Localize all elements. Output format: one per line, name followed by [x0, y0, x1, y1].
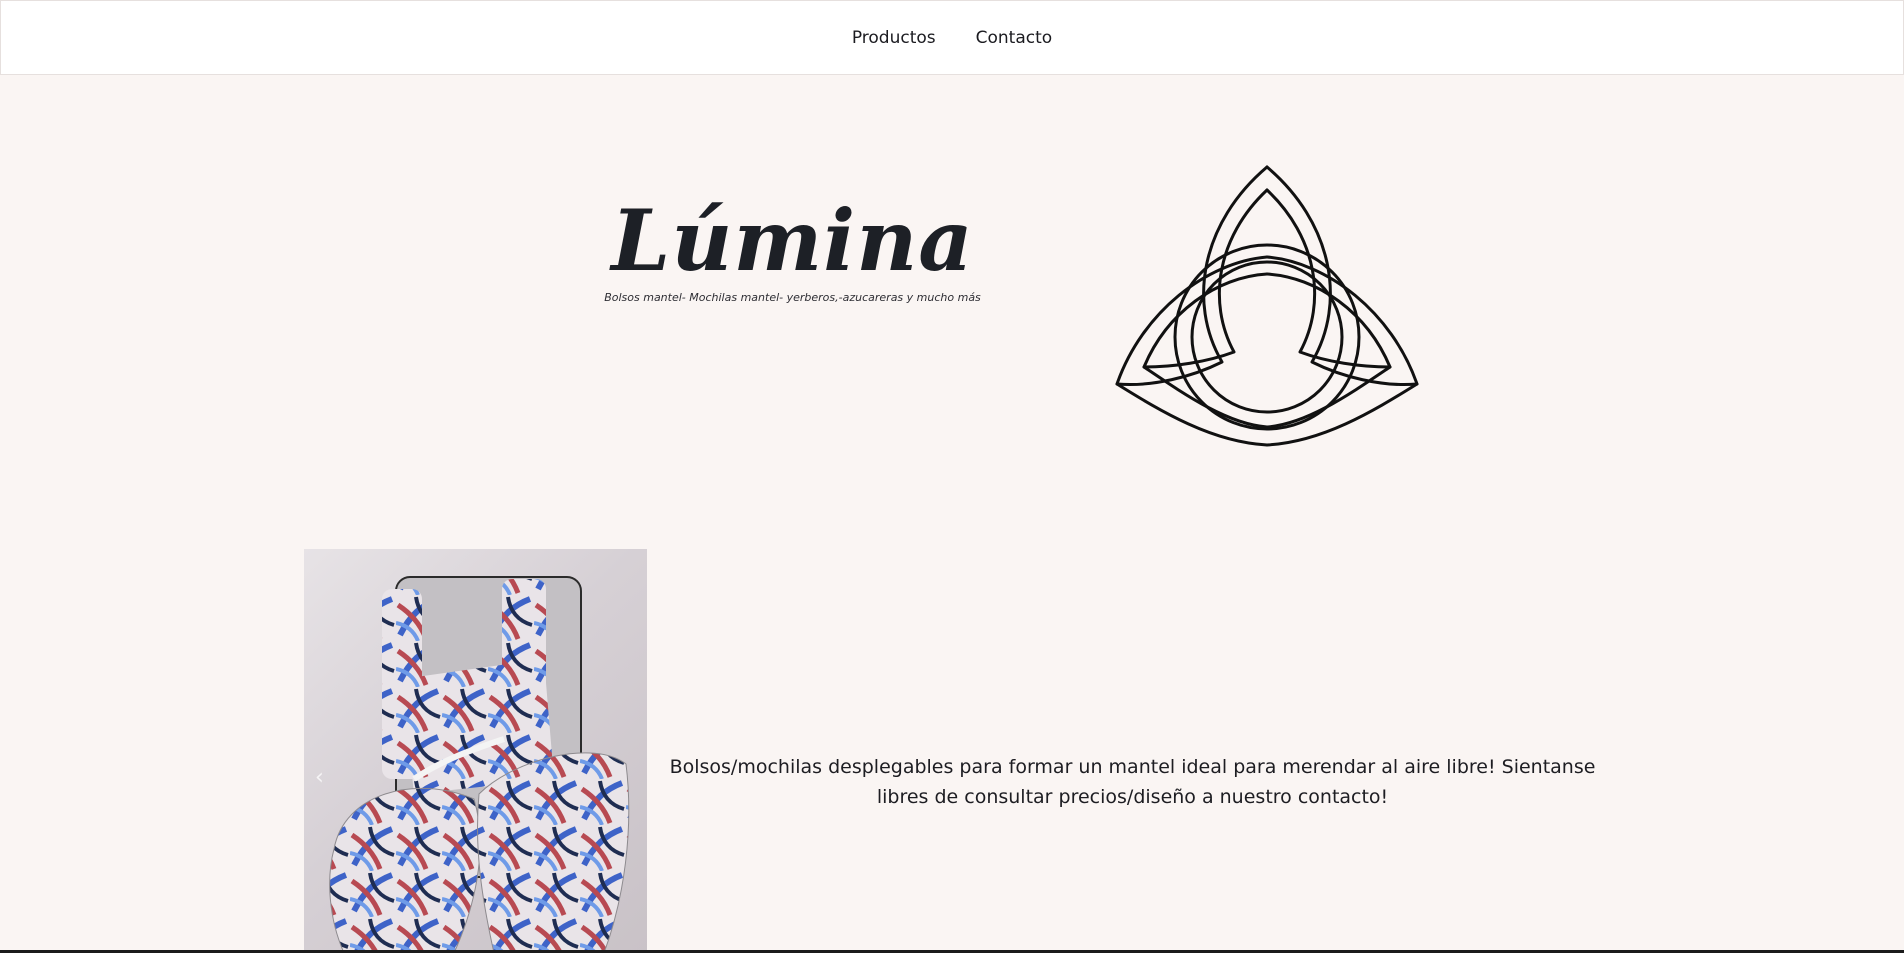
triquetra-icon [1115, 165, 1419, 447]
chevron-left-icon[interactable]: ‹ [315, 766, 331, 790]
product-photo [304, 549, 647, 953]
bag-illustration [329, 576, 630, 953]
hero-brand: Lúmina Bolsos mantel- Mochilas mantel- y… [600, 191, 985, 305]
product-description: Bolsos/mochilas desplegables para formar… [669, 756, 1596, 808]
nav-link-contacto[interactable]: Contacto [976, 24, 1053, 52]
brand-title: Lúmina [611, 191, 974, 290]
top-navigation: Productos Contacto [0, 0, 1904, 75]
brand-tagline: Bolsos mantel- Mochilas mantel- yerberos… [604, 291, 981, 304]
nav-link-productos[interactable]: Productos [852, 24, 936, 52]
